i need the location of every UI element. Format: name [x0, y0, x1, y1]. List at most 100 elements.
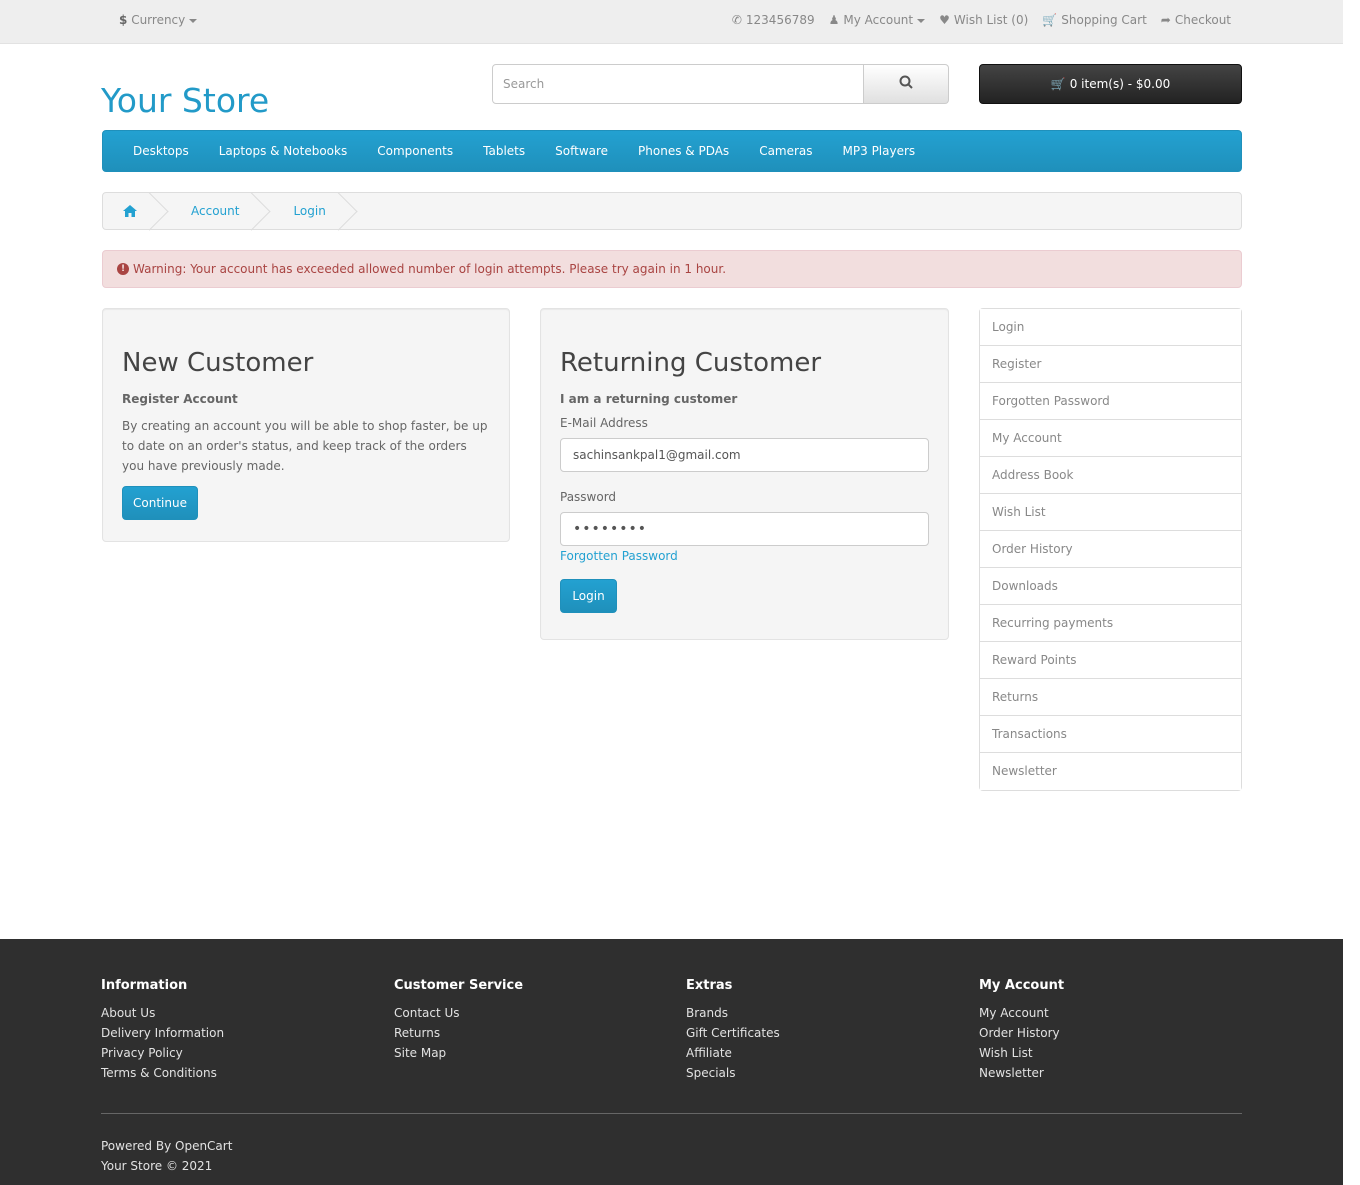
returning-customer-heading: I am a returning customer: [560, 392, 738, 406]
opencart-link[interactable]: OpenCart: [175, 1139, 232, 1153]
sidebar-item-order-history[interactable]: Order History: [980, 531, 1241, 568]
currency-dropdown[interactable]: $ Currency: [119, 13, 198, 27]
sidebar-item-reward-points[interactable]: Reward Points: [980, 642, 1241, 679]
top-links: ✆ 123456789 ♟ My Account ♥ Wish List (0) 🛒 S…: [732, 13, 1231, 27]
sidebar-item-downloads[interactable]: Downloads: [980, 568, 1241, 605]
footer-divider: [101, 1113, 1242, 1114]
menu-item-cameras[interactable]: Cameras: [744, 144, 827, 158]
warning-text: Warning: Your account has exceeded allow…: [133, 262, 727, 276]
sidebar-item-newsletter[interactable]: Newsletter: [980, 753, 1241, 790]
footer-link[interactable]: Order History: [979, 1023, 1064, 1043]
footer-link[interactable]: Wish List: [979, 1043, 1064, 1063]
shopping-cart-link[interactable]: 🛒 Shopping Cart: [1042, 13, 1147, 27]
footer-link[interactable]: Delivery Information: [101, 1023, 224, 1043]
footer: Information About Us Delivery Informatio…: [0, 939, 1343, 1185]
email-label: E-Mail Address: [560, 416, 648, 430]
search-button[interactable]: [864, 64, 949, 104]
account-sidebar: Login Register Forgotten Password My Acc…: [979, 308, 1242, 791]
category-menu: Desktops Laptops & Notebooks Components …: [102, 130, 1242, 172]
footer-link[interactable]: My Account: [979, 1003, 1064, 1023]
powered-by: Powered By OpenCart Your Store © 2021: [101, 1136, 232, 1176]
footer-heading: Extras: [686, 978, 733, 993]
footer-link[interactable]: Specials: [686, 1063, 780, 1083]
share-icon: ➦: [1160, 13, 1171, 27]
user-icon: ♟: [828, 13, 840, 27]
wish-list-label: Wish List (0): [953, 13, 1029, 27]
forgotten-password-link[interactable]: Forgotten Password: [560, 549, 929, 563]
sidebar-item-wish-list[interactable]: Wish List: [980, 494, 1241, 531]
menu-item-phones[interactable]: Phones & PDAs: [623, 144, 744, 158]
phone-number: 123456789: [745, 13, 815, 27]
breadcrumb: Account Login: [102, 192, 1242, 230]
footer-link[interactable]: Terms & Conditions: [101, 1063, 224, 1083]
password-field[interactable]: ••••••••: [560, 512, 929, 546]
footer-heading: Information: [101, 978, 188, 993]
sidebar-item-forgotten-password[interactable]: Forgotten Password: [980, 383, 1241, 420]
cart-button[interactable]: 🛒 0 item(s) - $0.00: [979, 64, 1242, 104]
breadcrumb-login[interactable]: Login: [263, 193, 349, 229]
footer-link[interactable]: Returns: [394, 1023, 523, 1043]
wish-list-link[interactable]: ♥ Wish List (0): [939, 13, 1028, 27]
footer-link[interactable]: Newsletter: [979, 1063, 1064, 1083]
footer-link[interactable]: Privacy Policy: [101, 1043, 224, 1063]
exclamation-circle-icon: !: [117, 263, 129, 275]
store-logo[interactable]: Your Store: [101, 81, 269, 120]
footer-link[interactable]: Affiliate: [686, 1043, 780, 1063]
footer-heading: My Account: [979, 978, 1065, 993]
checkout-label: Checkout: [1174, 13, 1231, 27]
caret-down-icon: [189, 18, 198, 23]
currency-label: Currency: [131, 13, 186, 27]
new-customer-panel: New Customer Register Account By creatin…: [102, 308, 510, 542]
sidebar-item-address-book[interactable]: Address Book: [980, 457, 1241, 494]
email-field[interactable]: sachinsankpal1@gmail.com: [560, 438, 929, 472]
copyright: Your Store © 2021: [101, 1159, 213, 1173]
footer-link[interactable]: Contact Us: [394, 1003, 523, 1023]
my-account-label: My Account: [843, 13, 914, 27]
sidebar-item-returns[interactable]: Returns: [980, 679, 1241, 716]
heart-icon: ♥: [939, 13, 950, 27]
cart-icon: 🛒: [1042, 13, 1058, 27]
new-customer-title: New Customer: [122, 348, 314, 378]
shopping-cart-label: Shopping Cart: [1061, 13, 1147, 27]
footer-customer-service: Customer Service Contact Us Returns Site…: [394, 978, 523, 1063]
top-bar: $ Currency ✆ 123456789 ♟ My Account ♥ Wish …: [0, 0, 1343, 44]
phone-link[interactable]: ✆ 123456789: [732, 13, 815, 27]
password-label: Password: [560, 490, 617, 504]
login-button[interactable]: Login: [560, 579, 617, 613]
footer-link[interactable]: About Us: [101, 1003, 224, 1023]
footer-extras: Extras Brands Gift Certificates Affiliat…: [686, 978, 780, 1083]
menu-item-laptops[interactable]: Laptops & Notebooks: [204, 144, 362, 158]
sidebar-item-my-account[interactable]: My Account: [980, 420, 1241, 457]
caret-down-icon: [917, 18, 926, 23]
checkout-link[interactable]: ➦ Checkout: [1161, 13, 1231, 27]
breadcrumb-home[interactable]: [103, 193, 161, 229]
sidebar-item-recurring-payments[interactable]: Recurring payments: [980, 605, 1241, 642]
sidebar-item-login[interactable]: Login: [980, 309, 1241, 346]
footer-link[interactable]: Gift Certificates: [686, 1023, 780, 1043]
search-input[interactable]: [492, 64, 864, 104]
footer-information: Information About Us Delivery Informatio…: [101, 978, 224, 1083]
footer-link[interactable]: Brands: [686, 1003, 780, 1023]
cart-icon: 🛒: [1050, 77, 1066, 91]
returning-customer-panel: Returning Customer I am a returning cust…: [540, 308, 949, 640]
sidebar-item-transactions[interactable]: Transactions: [980, 716, 1241, 753]
menu-item-mp3[interactable]: MP3 Players: [828, 144, 931, 158]
sidebar-item-register[interactable]: Register: [980, 346, 1241, 383]
footer-heading: Customer Service: [394, 978, 524, 993]
phone-icon: ✆: [731, 13, 742, 27]
menu-item-components[interactable]: Components: [362, 144, 468, 158]
home-icon: [123, 205, 137, 217]
my-account-dropdown[interactable]: ♟ My Account: [829, 13, 926, 27]
search-icon: [899, 75, 913, 89]
warning-alert: ! Warning: Your account has exceeded all…: [102, 250, 1242, 288]
currency-symbol: $: [119, 13, 128, 27]
menu-item-desktops[interactable]: Desktops: [118, 144, 204, 158]
continue-button[interactable]: Continue: [122, 486, 198, 520]
footer-link[interactable]: Site Map: [394, 1043, 523, 1063]
returning-customer-title: Returning Customer: [560, 348, 822, 378]
menu-item-software[interactable]: Software: [540, 144, 623, 158]
menu-item-tablets[interactable]: Tablets: [468, 144, 540, 158]
powered-prefix: Powered By: [101, 1139, 172, 1153]
breadcrumb-account[interactable]: Account: [161, 193, 263, 229]
cart-label: 0 item(s) - $0.00: [1069, 77, 1171, 91]
